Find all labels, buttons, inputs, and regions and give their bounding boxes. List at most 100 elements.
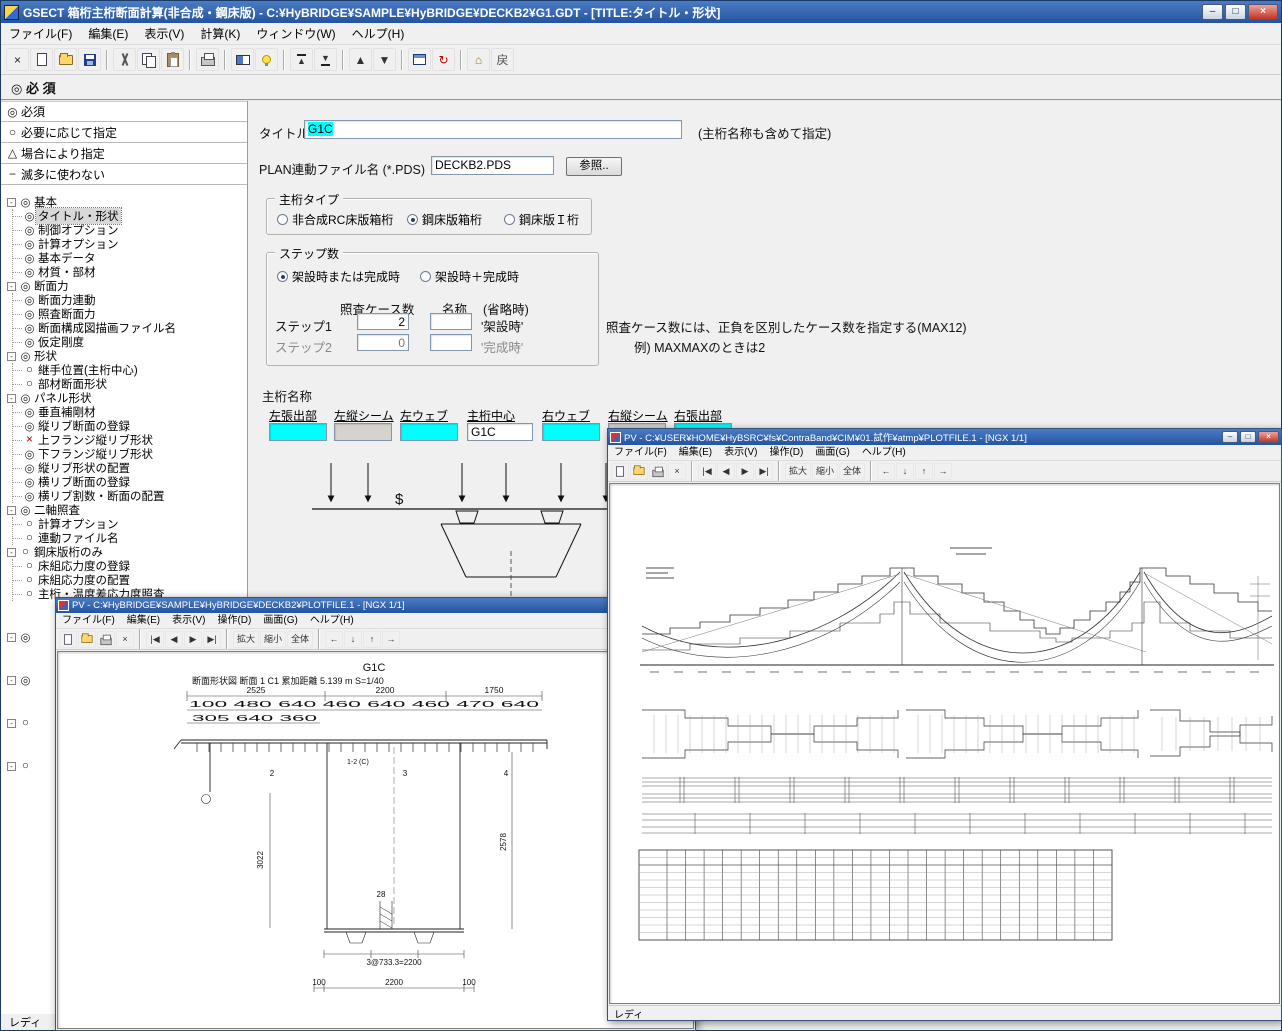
new-file-icon[interactable] xyxy=(30,48,53,71)
maximize-button[interactable]: □ xyxy=(1240,431,1256,443)
new-file-icon[interactable] xyxy=(611,463,629,480)
main-menu-item-0[interactable]: ファイル(F) xyxy=(1,23,80,45)
girder-type-radio-2[interactable]: 鋼床版Ｉ桁 xyxy=(504,211,579,228)
next-page-icon[interactable]: ▶ xyxy=(736,463,754,480)
step1-name-input[interactable] xyxy=(430,313,472,330)
tree-item-4-1[interactable]: ○連動ファイル名 xyxy=(13,531,245,545)
fit-button[interactable]: 全体 xyxy=(287,631,313,648)
tree-item-4-0[interactable]: ○計算オプション xyxy=(13,517,245,531)
zoom-out-button[interactable]: 縮小 xyxy=(260,631,286,648)
pv1-menu-item-4[interactable]: 画面(G) xyxy=(257,613,303,629)
tree-collapse-icon[interactable]: - xyxy=(7,719,16,728)
girder-name-input-2[interactable] xyxy=(400,423,458,441)
tree-item-3-6[interactable]: ◎横リブ割数・断面の配置 xyxy=(13,489,245,503)
tree-item-0-1[interactable]: ◎制御オプション xyxy=(13,223,245,237)
hint-bulb-icon[interactable] xyxy=(255,48,278,71)
pan-down-icon[interactable]: ↓ xyxy=(344,631,362,648)
tree-collapse-icon[interactable]: - xyxy=(7,633,16,642)
tree-item-g3[interactable]: -◎パネル形状 xyxy=(5,391,245,405)
tree-item-2-1[interactable]: ○部材断面形状 xyxy=(13,377,245,391)
print-icon[interactable] xyxy=(649,463,667,480)
minimize-button[interactable]: – xyxy=(1222,431,1238,443)
close-icon[interactable]: × xyxy=(116,631,134,648)
fit-button[interactable]: 全体 xyxy=(839,463,865,480)
open-file-icon[interactable] xyxy=(78,631,96,648)
girder-type-radio-0[interactable]: 非合成RC床版箱桁 xyxy=(277,211,393,228)
pv1-menu-item-1[interactable]: 編集(E) xyxy=(121,613,166,629)
tree-item-3-2[interactable]: ×上フランジ縦リブ形状 xyxy=(13,433,245,447)
main-titlebar[interactable]: GSECT 箱桁主桁断面計算(非合成・鋼床版) - C:¥HyBRIDGE¥SA… xyxy=(1,1,1281,23)
save-icon[interactable] xyxy=(78,48,101,71)
tree-collapse-icon[interactable]: - xyxy=(7,352,16,361)
prev-page-icon[interactable]: ◀ xyxy=(165,631,183,648)
pan-up-icon[interactable]: ↑ xyxy=(363,631,381,648)
tree-item-1-1[interactable]: ◎照査断面力 xyxy=(13,307,245,321)
tree-item-3-1[interactable]: ◎縦リブ断面の登録 xyxy=(13,419,245,433)
window-icon[interactable] xyxy=(408,48,431,71)
tree-item-3-5[interactable]: ◎横リブ断面の登録 xyxy=(13,475,245,489)
tree-item-3-0[interactable]: ◎垂直補剛材 xyxy=(13,405,245,419)
tree-collapse-icon[interactable]: - xyxy=(7,282,16,291)
girder-name-input-4[interactable] xyxy=(542,423,600,441)
pan-right-icon[interactable]: → xyxy=(382,631,400,648)
main-menu-item-5[interactable]: ヘルプ(H) xyxy=(344,23,413,45)
tree-collapse-icon[interactable]: - xyxy=(7,198,16,207)
open-file-icon[interactable] xyxy=(54,48,77,71)
zoom-out-button[interactable]: 縮小 xyxy=(812,463,838,480)
tree-item-g5[interactable]: -○鋼床版桁のみ xyxy=(5,545,245,559)
pan-up-icon[interactable]: ↑ xyxy=(915,463,933,480)
first-page-icon[interactable]: |◀ xyxy=(698,463,716,480)
reload-icon[interactable]: ↻ xyxy=(432,48,455,71)
tree-item-0-0[interactable]: ◎タイトル・形状 xyxy=(13,209,245,223)
last-page-icon[interactable]: ▶| xyxy=(755,463,773,480)
move-bottom-icon[interactable]: ▼ xyxy=(314,48,337,71)
tree-item-0-3[interactable]: ◎基本データ xyxy=(13,251,245,265)
main-menu-item-2[interactable]: 表示(V) xyxy=(136,23,192,45)
tree-item-g2[interactable]: -◎形状 xyxy=(5,349,245,363)
close-button[interactable]: × xyxy=(1258,431,1279,443)
book-icon[interactable] xyxy=(231,48,254,71)
tree-collapse-icon[interactable]: - xyxy=(7,548,16,557)
pv2-menu-item-2[interactable]: 表示(V) xyxy=(718,445,763,461)
main-menu-item-3[interactable]: 計算(K) xyxy=(192,23,248,45)
pan-left-icon[interactable]: ← xyxy=(325,631,343,648)
pv1-titlebar[interactable]: PV - C:¥HyBRIDGE¥SAMPLE¥HyBRIDGE¥DECKB2¥… xyxy=(56,598,695,613)
open-file-icon[interactable] xyxy=(630,463,648,480)
pv1-menu-item-3[interactable]: 操作(D) xyxy=(211,613,257,629)
girder-name-input-3[interactable]: G1C xyxy=(467,423,533,441)
steps-radio-0[interactable]: 架設時または完成時 xyxy=(277,268,400,285)
main-menu-item-4[interactable]: ウィンドウ(W) xyxy=(248,23,343,45)
prev-page-icon[interactable]: ◀ xyxy=(717,463,735,480)
move-top-icon[interactable]: ▲ xyxy=(290,48,313,71)
tree-collapse-icon[interactable]: - xyxy=(7,506,16,515)
tree-item-g1[interactable]: -◎断面力 xyxy=(5,279,245,293)
pan-right-icon[interactable]: → xyxy=(934,463,952,480)
plan-file-input[interactable]: DECKB2.PDS xyxy=(431,156,554,175)
tree-item-0-4[interactable]: ◎材質・部材 xyxy=(13,265,245,279)
pv1-menu-item-5[interactable]: ヘルプ(H) xyxy=(304,613,360,629)
print-icon[interactable] xyxy=(97,631,115,648)
browse-button[interactable]: 参照.. xyxy=(566,157,622,176)
tree-item-0-2[interactable]: ◎計算オプション xyxy=(13,237,245,251)
steps-radio-1[interactable]: 架設時＋完成時 xyxy=(420,268,519,285)
tree-collapse-icon[interactable]: - xyxy=(7,762,16,771)
next-page-icon[interactable]: ▶ xyxy=(184,631,202,648)
tree-item-1-3[interactable]: ◎仮定剛度 xyxy=(13,335,245,349)
tree-collapse-icon[interactable]: - xyxy=(7,394,16,403)
cut-icon[interactable] xyxy=(113,48,136,71)
close-icon[interactable]: × xyxy=(668,463,686,480)
close-icon[interactable]: × xyxy=(6,48,29,71)
tree-item-3-4[interactable]: ◎縦リブ形状の配置 xyxy=(13,461,245,475)
tree-item-5-0[interactable]: ○床組応力度の登録 xyxy=(13,559,245,573)
pan-down-icon[interactable]: ↓ xyxy=(896,463,914,480)
tree-item-1-2[interactable]: ◎断面構成図描画ファイル名 xyxy=(13,321,245,335)
pv2-menu-item-1[interactable]: 編集(E) xyxy=(673,445,718,461)
print-icon[interactable] xyxy=(196,48,219,71)
pv2-menu-item-0[interactable]: ファイル(F) xyxy=(608,445,673,461)
girder-name-input-0[interactable] xyxy=(269,423,327,441)
pv1-menu-item-2[interactable]: 表示(V) xyxy=(166,613,211,629)
zoom-in-button[interactable]: 拡大 xyxy=(785,463,811,480)
pv2-titlebar[interactable]: PV - C:¥USER¥HOME¥HyBSRC¥fs¥ContraBand¥C… xyxy=(608,429,1281,445)
close-button[interactable]: × xyxy=(1248,4,1278,20)
tree-item-5-1[interactable]: ○床組応力度の配置 xyxy=(13,573,245,587)
